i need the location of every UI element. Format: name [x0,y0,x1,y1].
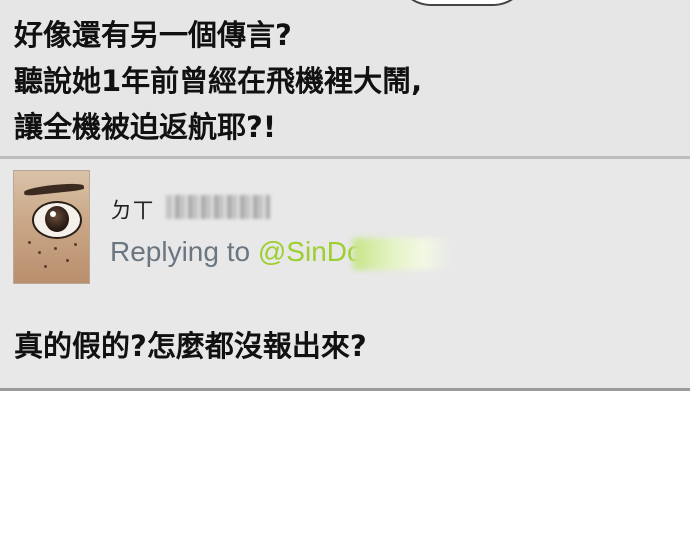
avatar[interactable] [13,170,90,284]
avatar-freckle [74,243,77,246]
replying-to-label: Replying to [110,236,251,267]
post-line-1: 好像還有另一個傳言? [14,18,292,52]
avatar-freckle [44,265,47,268]
reply-username[interactable]: ㄉㄒ [110,193,154,225]
replying-to-line: Replying to @SinDot [110,236,370,268]
webtoon-panel: 好像還有另一個傳言? 聽說她1年前曾經在飛機裡大鬧, 讓全機被迫返航耶?! ㄉㄒ… [0,0,690,543]
avatar-eyebrow [23,181,85,197]
reply-post-border [0,388,690,391]
reply-post-text: 真的假的?怎麼都沒報出來? [14,329,367,363]
post-line-2: 聽說她1年前曾經在飛機裡大鬧, [14,64,423,98]
avatar-freckle [28,241,31,244]
avatar-iris [45,206,69,232]
avatar-freckle [38,251,41,254]
previous-post-text: 好像還有另一個傳言? 聽說她1年前曾經在飛機裡大鬧, 讓全機被迫返航耶?! [14,12,674,150]
avatar-freckle [54,247,57,250]
username-censor-blur [166,195,270,219]
avatar-freckle [66,259,69,262]
avatar-eye-glint [50,211,56,217]
post-line-3: 讓全機被迫返航耶?! [14,110,277,144]
handle-censor-blur [353,238,453,270]
